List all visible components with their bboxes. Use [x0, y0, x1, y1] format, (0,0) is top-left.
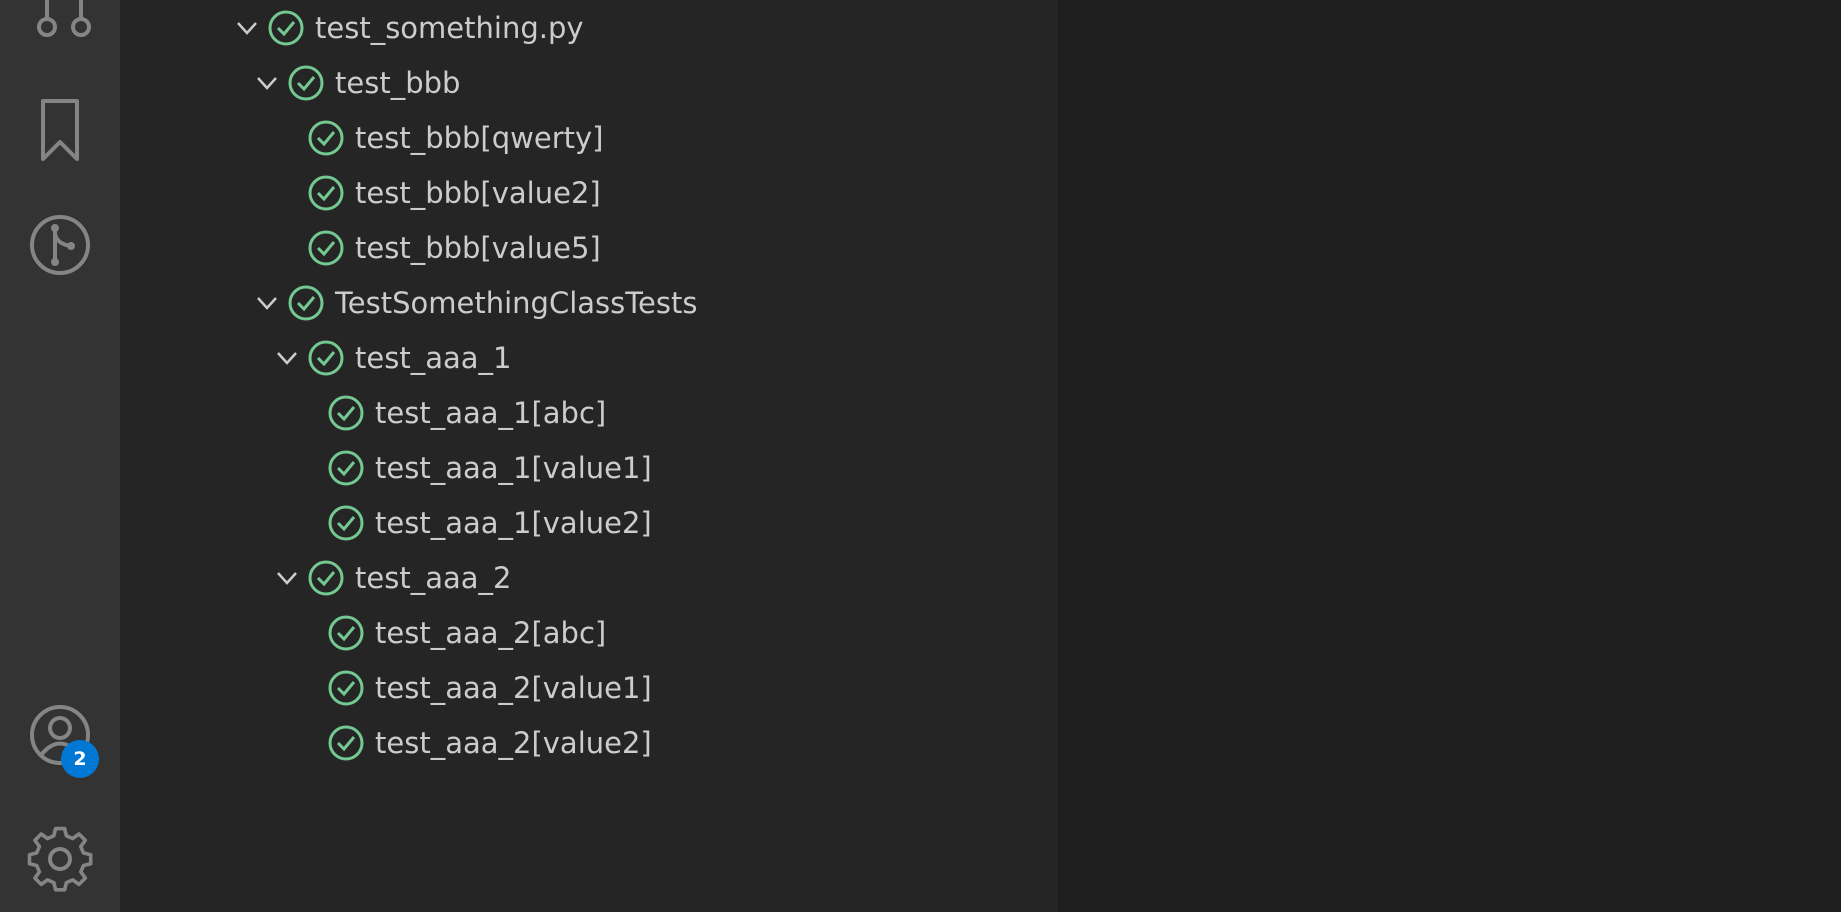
passed-icon	[307, 559, 345, 597]
tree-item-label: test_aaa_2[value1]	[375, 670, 652, 705]
tree-item-label: test_bbb[value2]	[355, 175, 601, 210]
tree-item-test-aaa-1[interactable]: test_aaa_1	[120, 330, 1058, 385]
tree-item-label: TestSomethingClassTests	[335, 285, 698, 320]
passed-icon	[287, 284, 325, 322]
tree-item-label: test_something.py	[315, 10, 584, 45]
bookmark-icon[interactable]	[0, 90, 120, 170]
chevron-down-icon[interactable]	[227, 0, 267, 55]
tree-item-test-case[interactable]: test_aaa_1[value1]	[120, 440, 1058, 495]
passed-icon	[327, 669, 365, 707]
chevron-down-icon[interactable]	[247, 275, 287, 330]
git-graph-icon[interactable]	[0, 205, 120, 285]
passed-icon	[287, 64, 325, 102]
tree-item-test-case[interactable]: test_bbb[value5]	[120, 220, 1058, 275]
tree-item-label: test_bbb[qwerty]	[355, 120, 604, 155]
passed-icon	[307, 229, 345, 267]
tree-item-label: test_aaa_1[abc]	[375, 395, 607, 430]
tree-item-test-case[interactable]: test_aaa_2[value2]	[120, 715, 1058, 770]
activity-bar: 2	[0, 0, 120, 912]
tree-item-label: test_aaa_2	[355, 560, 512, 595]
tree-item-test-case[interactable]: test_aaa_2[value1]	[120, 660, 1058, 715]
tree-item-label: test_aaa_1[value2]	[375, 505, 652, 540]
tree-item-test-case[interactable]: test_bbb[qwerty]	[120, 110, 1058, 165]
tree-item-test-case[interactable]: test_aaa_2[abc]	[120, 605, 1058, 660]
tree-item-test-class[interactable]: TestSomethingClassTests	[120, 275, 1058, 330]
tree-item-label: test_aaa_1[value1]	[375, 450, 652, 485]
tree-item-label: test_bbb	[335, 65, 461, 100]
tree-item-test-aaa-2[interactable]: test_aaa_2	[120, 550, 1058, 605]
passed-icon	[327, 449, 365, 487]
source-control-icon[interactable]	[0, 0, 120, 50]
tree-item-label: test_bbb[value5]	[355, 230, 601, 265]
gear-icon[interactable]	[0, 815, 120, 905]
passed-icon	[307, 174, 345, 212]
tree-item-label: test_aaa_2[abc]	[375, 615, 607, 650]
chevron-down-icon[interactable]	[267, 550, 307, 605]
passed-icon	[327, 614, 365, 652]
accounts-badge: 2	[61, 740, 99, 778]
tree-item-test-case[interactable]: test_aaa_1[value2]	[120, 495, 1058, 550]
editor-area	[1058, 0, 1841, 912]
tree-item-test-bbb[interactable]: test_bbb	[120, 55, 1058, 110]
tree-item-label: test_aaa_2[value2]	[375, 725, 652, 760]
passed-icon	[267, 9, 305, 47]
tree-item-test-case[interactable]: test_aaa_1[abc]	[120, 385, 1058, 440]
passed-icon	[327, 724, 365, 762]
passed-icon	[327, 394, 365, 432]
tree-item-label: test_aaa_1	[355, 340, 512, 375]
tree-item-test-case[interactable]: test_bbb[value2]	[120, 165, 1058, 220]
chevron-down-icon[interactable]	[247, 55, 287, 110]
tree-item-test-file[interactable]: test_something.py	[120, 0, 1058, 55]
chevron-down-icon[interactable]	[267, 330, 307, 385]
passed-icon	[307, 119, 345, 157]
passed-icon	[327, 504, 365, 542]
account-icon[interactable]	[0, 695, 120, 775]
passed-icon	[307, 339, 345, 377]
